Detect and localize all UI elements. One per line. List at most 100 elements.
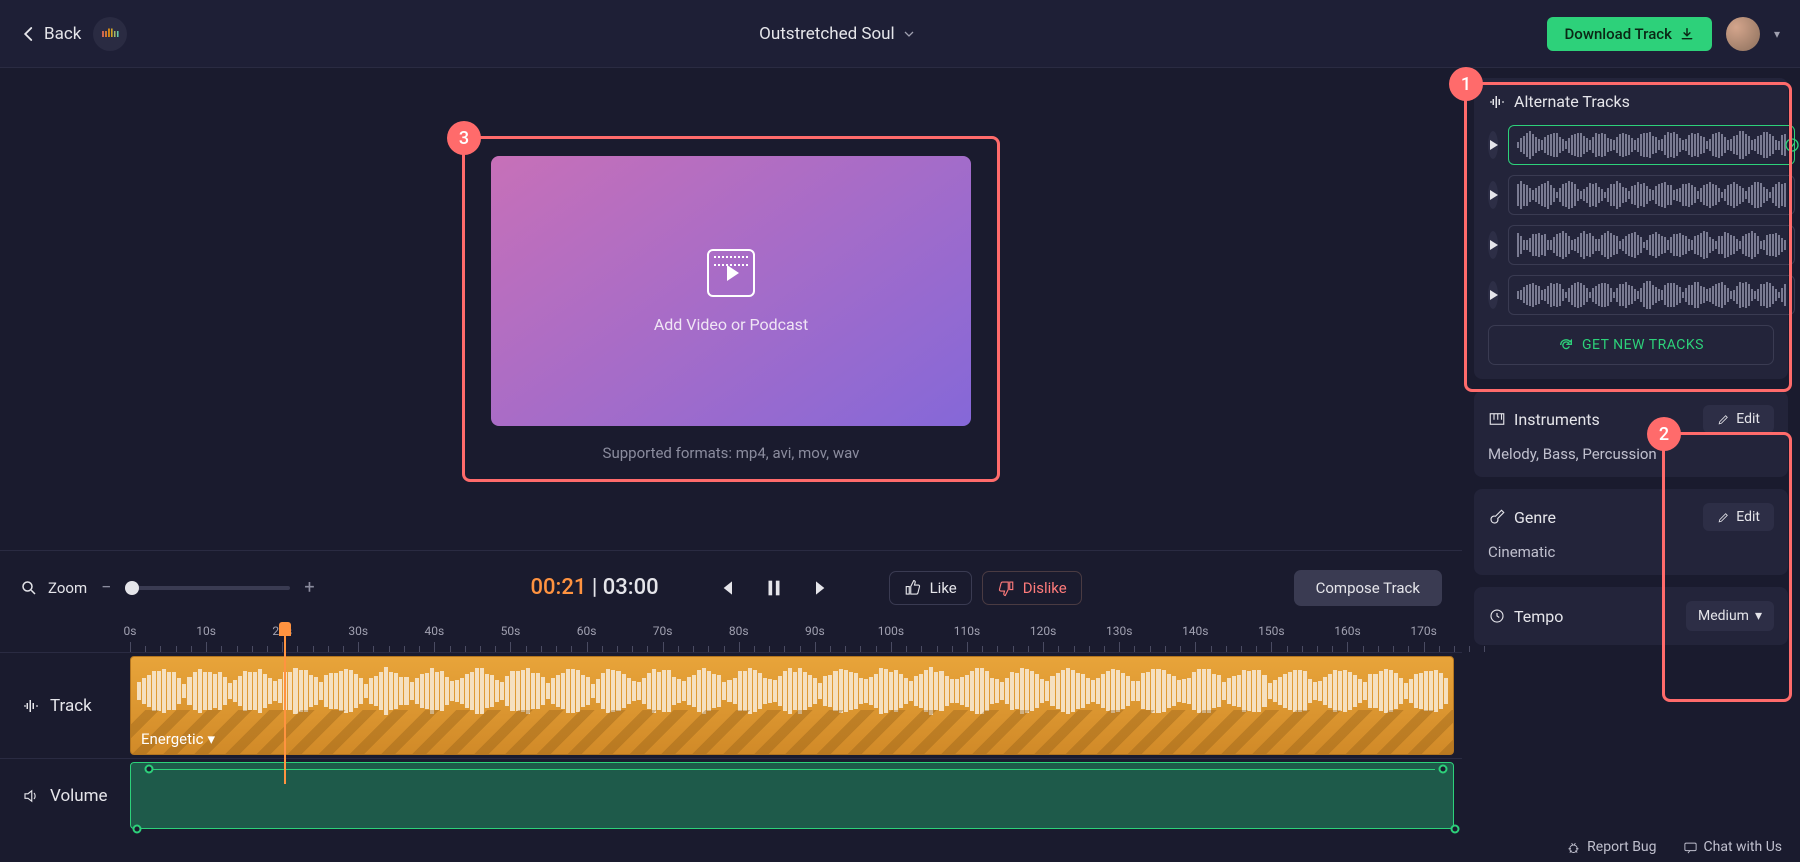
- tempo-title: Tempo: [1514, 607, 1563, 626]
- pause-button[interactable]: [763, 577, 785, 599]
- time-current: 00:21: [531, 575, 587, 600]
- volume-body[interactable]: [130, 759, 1462, 832]
- track-body[interactable]: Energetic ▾: [130, 653, 1462, 758]
- timeline-ruler[interactable]: 0s10s20s30s40s50s60s70s80s90s100s110s120…: [0, 624, 1462, 652]
- dislike-button[interactable]: Dislike: [982, 571, 1082, 605]
- compose-track-button[interactable]: Compose Track: [1294, 570, 1442, 606]
- ruler-tick-label: 140s: [1182, 624, 1208, 638]
- ruler-tick-label: 30s: [348, 624, 368, 638]
- skip-back-button[interactable]: [717, 578, 737, 598]
- alt-track-play-button[interactable]: [1488, 181, 1498, 209]
- volume-node[interactable]: [1451, 825, 1460, 834]
- ruler-tick-label: 80s: [729, 624, 749, 638]
- footer: Report Bug Chat with Us: [1548, 832, 1800, 862]
- alt-track-play-button[interactable]: [1488, 131, 1498, 159]
- tempo-select[interactable]: Medium ▾: [1686, 601, 1774, 631]
- ruler-tick-label: 70s: [653, 624, 673, 638]
- zoom-out-button[interactable]: −: [97, 577, 115, 598]
- ruler-tick-label: 120s: [1030, 624, 1056, 638]
- report-bug-button[interactable]: Report Bug: [1566, 839, 1656, 855]
- like-button[interactable]: Like: [889, 571, 972, 605]
- project-title: Outstretched Soul: [759, 24, 895, 44]
- edit-label: Edit: [1736, 411, 1760, 427]
- alt-track-waveform[interactable]: [1508, 225, 1795, 265]
- chevron-down-icon: ▾: [208, 730, 216, 748]
- alt-tracks-title: Alternate Tracks: [1514, 92, 1630, 111]
- zoom-slider-knob[interactable]: [125, 581, 139, 595]
- speaker-icon: [22, 787, 40, 805]
- callout-3-number: 3: [447, 121, 481, 155]
- zoom-slider[interactable]: [125, 586, 290, 590]
- like-label: Like: [930, 579, 957, 597]
- piano-icon: [1488, 410, 1506, 428]
- alt-track-row: [1488, 275, 1774, 315]
- compose-label: Compose Track: [1316, 579, 1420, 597]
- edit-label: Edit: [1736, 509, 1760, 525]
- edit-instruments-button[interactable]: Edit: [1703, 405, 1774, 433]
- dislike-label: Dislike: [1023, 579, 1067, 597]
- check-icon: [1784, 137, 1786, 153]
- zoom-label: Zoom: [48, 579, 87, 597]
- video-wrap: Add Video or Podcast Supported formats: …: [465, 139, 997, 479]
- alt-track-waveform[interactable]: [1508, 175, 1795, 215]
- ruler-tick-label: 10s: [196, 624, 216, 638]
- header-right: Download Track ▾: [1547, 17, 1780, 51]
- download-label: Download Track: [1565, 25, 1672, 43]
- chat-button[interactable]: Chat with Us: [1683, 839, 1782, 855]
- ruler-tick-label: 170s: [1410, 624, 1436, 638]
- bug-icon: [1566, 840, 1581, 855]
- download-track-button[interactable]: Download Track: [1547, 17, 1712, 51]
- alt-track-play-button[interactable]: [1488, 231, 1498, 259]
- clip-mood-selector[interactable]: Energetic ▾: [141, 730, 215, 748]
- add-video-dropzone[interactable]: Add Video or Podcast: [491, 156, 971, 426]
- alt-track-row: [1488, 225, 1774, 265]
- ruler-tick-label: 130s: [1106, 624, 1132, 638]
- track-row: Track Energetic ▾: [0, 652, 1462, 758]
- time-total: 03:00: [603, 575, 659, 600]
- chat-icon: [1683, 840, 1698, 855]
- ruler-tick-label: 150s: [1258, 624, 1284, 638]
- playhead[interactable]: [284, 624, 286, 784]
- search-icon: [20, 579, 38, 597]
- back-button[interactable]: Back: [20, 24, 81, 44]
- volume-node[interactable]: [133, 825, 142, 834]
- track-header: Track: [0, 653, 130, 758]
- ruler-tick-label: 90s: [805, 624, 825, 638]
- genre-panel: Genre Edit Cinematic: [1474, 489, 1788, 575]
- user-avatar[interactable]: [1726, 17, 1760, 51]
- back-label: Back: [44, 24, 81, 44]
- ruler-tick-label: 60s: [577, 624, 597, 638]
- volume-envelope[interactable]: [130, 762, 1454, 829]
- video-file-icon: [707, 249, 755, 297]
- zoom-in-button[interactable]: +: [300, 577, 318, 598]
- alt-track-waveform[interactable]: [1508, 125, 1795, 165]
- instruments-title: Instruments: [1514, 410, 1600, 429]
- volume-node[interactable]: [1439, 765, 1448, 774]
- alt-track-waveform[interactable]: [1508, 275, 1795, 315]
- time-separator: |: [586, 575, 602, 600]
- app-header: Back ııllıı Outstretched Soul Download T…: [0, 0, 1800, 68]
- volume-node[interactable]: [145, 765, 154, 774]
- chat-label: Chat with Us: [1704, 839, 1782, 855]
- refresh-icon: [1558, 337, 1574, 353]
- logo-chip[interactable]: ııllıı: [93, 17, 127, 51]
- waveform-icon: [1488, 93, 1506, 111]
- alternate-tracks-panel: Alternate Tracks GET NEW TRACKS: [1474, 78, 1788, 379]
- user-menu-toggle[interactable]: ▾: [1774, 27, 1780, 41]
- report-bug-label: Report Bug: [1587, 839, 1656, 855]
- project-title-group[interactable]: Outstretched Soul: [759, 24, 915, 44]
- alt-track-play-button[interactable]: [1488, 281, 1498, 309]
- alt-track-row: [1488, 175, 1774, 215]
- genre-value: Cinematic: [1488, 543, 1774, 561]
- zoom-group: Zoom − +: [20, 577, 319, 598]
- arrow-left-icon: [20, 25, 38, 43]
- thumbs-down-icon: [997, 579, 1015, 597]
- edit-genre-button[interactable]: Edit: [1703, 503, 1774, 531]
- skip-forward-button[interactable]: [811, 578, 831, 598]
- waveform-icon: [22, 697, 40, 715]
- supported-formats: Supported formats: mp4, avi, mov, wav: [603, 444, 860, 462]
- get-new-label: GET NEW TRACKS: [1582, 337, 1704, 353]
- get-new-tracks-button[interactable]: GET NEW TRACKS: [1488, 325, 1774, 365]
- download-icon: [1680, 27, 1694, 41]
- audio-clip[interactable]: Energetic ▾: [130, 656, 1454, 755]
